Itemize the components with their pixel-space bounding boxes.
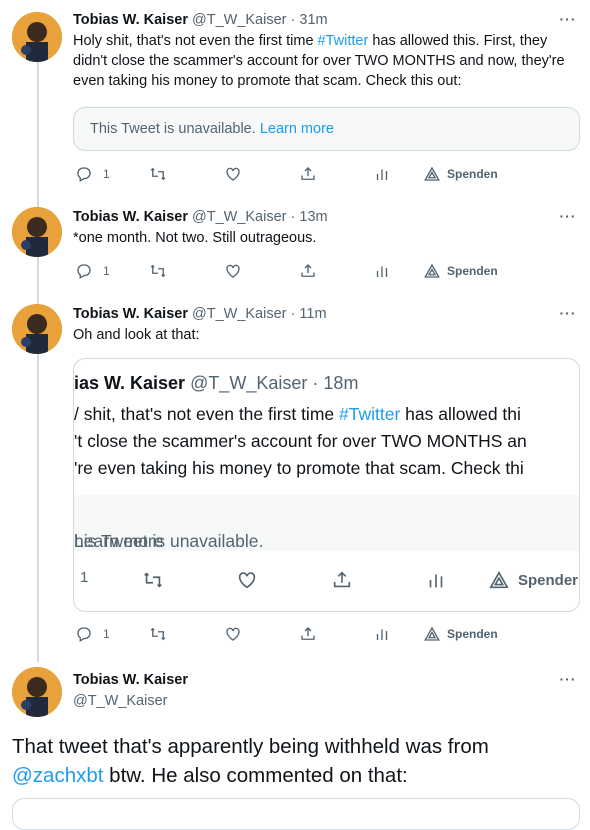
tweet-header: Tobias W. Kaiser @T_W_Kaiser · 31m [73, 12, 328, 28]
reply-button[interactable]: 1 [75, 165, 110, 183]
share-icon [301, 264, 315, 277]
quoted-tweet-text: / shit, that's not even the first time #… [74, 404, 527, 478]
spenden-button[interactable]: Spenden [423, 625, 498, 643]
unavailable-quote: This Tweet is unavailable. Learn more [73, 107, 580, 151]
reply-button[interactable]: 1 [75, 262, 110, 280]
avatar[interactable] [12, 12, 62, 62]
author-name[interactable]: Tobias W. Kaiser [73, 209, 188, 225]
spenden-label: Spenden [447, 167, 498, 181]
tweet-actions: 1 Spenden [73, 624, 513, 644]
tweet-actions: 1 Spenden [73, 261, 513, 281]
share-button[interactable] [299, 625, 317, 643]
avatar[interactable] [12, 207, 62, 257]
reply-icon [77, 167, 91, 182]
avatar[interactable] [12, 667, 62, 717]
tweet-text: *one month. Not two. Still outrageous. [73, 230, 317, 246]
spenden-button[interactable]: Spenden [423, 262, 498, 280]
analytics-button[interactable] [373, 262, 391, 280]
reply-count: 1 [103, 627, 110, 641]
analytics-button[interactable] [373, 625, 391, 643]
heart-icon [226, 627, 240, 641]
retweet-button[interactable] [149, 165, 167, 183]
analytics-icon [376, 629, 388, 640]
quoted-reply-count: 1 [80, 569, 89, 586]
more-options-icon[interactable]: ··· [558, 209, 578, 229]
quoted-tweet-card[interactable]: ias W. Kaiser @T_W_Kaiser · 18m / shit, … [73, 358, 580, 612]
quoted-tweet-header: ias W. Kaiser @T_W_Kaiser · 18m [74, 373, 359, 393]
tweet-header: Tobias W. Kaiser @T_W_Kaiser · 11m [73, 306, 327, 322]
reply-icon [77, 627, 91, 642]
timestamp[interactable]: 11m [299, 306, 326, 322]
like-button[interactable] [224, 262, 242, 280]
author-handle[interactable]: @T_W_Kaiser [192, 306, 287, 322]
share-icon [301, 627, 315, 640]
timestamp[interactable]: 13m [299, 209, 327, 225]
avatar[interactable] [12, 304, 62, 354]
quoted-analytics-icon [425, 569, 447, 591]
tip-icon [424, 626, 440, 641]
author-handle[interactable]: @T_W_Kaiser [192, 209, 287, 225]
heart-icon [226, 264, 240, 278]
quoted-unavailable: his Tweet is unavailable. Learn more [74, 495, 579, 551]
unavailable-text: This Tweet is unavailable. [90, 121, 256, 137]
hashtag-link: #Twitter [339, 404, 401, 424]
author-name[interactable]: Tobias W. Kaiser [73, 672, 188, 688]
mention-link[interactable]: @zachxbt [12, 764, 103, 787]
reply-count: 1 [103, 167, 110, 181]
quoted-timestamp: 18m [323, 373, 359, 393]
like-button[interactable] [224, 165, 242, 183]
quoted-share-icon [331, 569, 353, 591]
quoted-spenden: Spender [488, 569, 578, 591]
analytics-icon [376, 169, 388, 180]
tweet-3[interactable]: Tobias W. Kaiser @T_W_Kaiser · 11m Oh an… [0, 297, 590, 657]
retweet-icon [150, 264, 166, 278]
author-handle[interactable]: @T_W_Kaiser [192, 12, 287, 28]
tip-icon [424, 263, 440, 278]
more-options-icon[interactable]: ··· [558, 12, 578, 32]
quoted-author-handle: @T_W_Kaiser [190, 373, 308, 393]
quoted-retweet-icon [142, 569, 164, 591]
quoted-heart-icon [236, 569, 258, 591]
tweet-header: Tobias W. Kaiser @T_W_Kaiser · 13m [73, 209, 328, 225]
author-handle[interactable]: @T_W_Kaiser [73, 693, 168, 709]
share-icon [301, 167, 315, 180]
embedded-card-partial[interactable] [12, 798, 580, 830]
heart-icon [226, 167, 240, 181]
quoted-tweet-actions: 1 Spender [74, 569, 579, 593]
learn-more-link[interactable]: Learn more [260, 121, 334, 137]
tweet-actions: 1 Spenden [73, 164, 513, 184]
reply-count: 1 [103, 264, 110, 278]
analytics-button[interactable] [373, 165, 391, 183]
reply-icon [77, 264, 91, 279]
tweet-text: Holy shit, that's not even the first tim… [73, 33, 565, 89]
hashtag-link[interactable]: #Twitter [318, 33, 369, 49]
retweet-icon [150, 627, 166, 641]
retweet-icon [150, 167, 166, 181]
like-button[interactable] [224, 625, 242, 643]
learn-more-link: Learn more [74, 531, 164, 551]
retweet-button[interactable] [149, 262, 167, 280]
more-options-icon[interactable]: ··· [558, 306, 578, 326]
tip-icon [424, 166, 440, 181]
tweet-1[interactable]: Tobias W. Kaiser @T_W_Kaiser · 31m Holy … [0, 0, 590, 200]
analytics-icon [376, 266, 388, 277]
more-options-icon[interactable]: ··· [558, 672, 578, 692]
spenden-button[interactable]: Spenden [423, 165, 498, 183]
spenden-label: Spenden [447, 264, 498, 278]
focused-tweet-text: That tweet that's apparently being withh… [12, 735, 489, 787]
spenden-label: Spenden [447, 627, 498, 641]
share-button[interactable] [299, 165, 317, 183]
author-name[interactable]: Tobias W. Kaiser [73, 306, 188, 322]
retweet-button[interactable] [149, 625, 167, 643]
share-button[interactable] [299, 262, 317, 280]
tweet-text: Oh and look at that: [73, 327, 200, 343]
quoted-author-name: ias W. Kaiser [74, 373, 186, 393]
author-name[interactable]: Tobias W. Kaiser [73, 12, 188, 28]
tweet-2[interactable]: Tobias W. Kaiser @T_W_Kaiser · 13m *one … [0, 200, 590, 297]
reply-button[interactable]: 1 [75, 625, 110, 643]
timestamp[interactable]: 31m [299, 12, 327, 28]
